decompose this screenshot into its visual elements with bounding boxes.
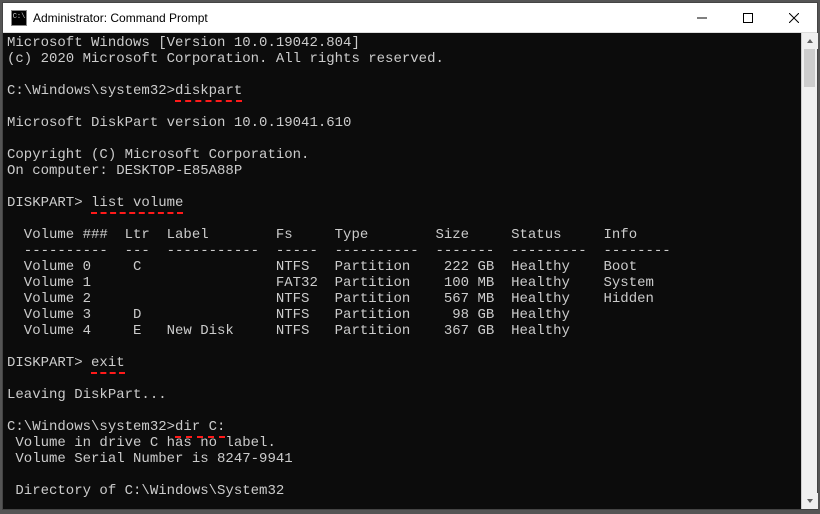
cmd-exit: exit: [91, 355, 125, 374]
table-row: Volume 3 D NTFS Partition 98 GB Healthy: [7, 307, 797, 323]
title-bar[interactable]: Administrator: Command Prompt: [3, 3, 817, 33]
table-row: Volume 4 E New Disk NTFS Partition 367 G…: [7, 323, 797, 339]
maximize-button[interactable]: [725, 3, 771, 33]
line-version: Microsoft Windows [Version 10.0.19042.80…: [7, 35, 797, 51]
command-prompt-window: Administrator: Command Prompt Microsoft …: [2, 2, 818, 510]
line-dir-serial: Volume Serial Number is 8247-9941: [7, 451, 797, 467]
vertical-scrollbar[interactable]: [801, 33, 817, 509]
line-leaving: Leaving DiskPart...: [7, 387, 797, 403]
cmd-diskpart: diskpart: [175, 83, 242, 102]
prompt: C:\Windows\system32>: [7, 83, 175, 99]
table-header-separator: ---------- --- ----------- ----- -------…: [7, 243, 797, 259]
diskpart-prompt: DISKPART>: [7, 195, 91, 211]
close-button[interactable]: [771, 3, 817, 33]
prompt: C:\Windows\system32>: [7, 419, 175, 435]
diskpart-prompt: DISKPART>: [7, 355, 91, 371]
table-row: Volume 2 NTFS Partition 567 MB Healthy H…: [7, 291, 797, 307]
cmd-list-volume: list volume: [91, 195, 183, 214]
line-dir-label: Volume in drive C has no label.: [7, 435, 797, 451]
cmd-icon: [11, 10, 27, 26]
scroll-down-icon[interactable]: [802, 493, 818, 509]
table-row: Volume 1 FAT32 Partition 100 MB Healthy …: [7, 275, 797, 291]
window-title: Administrator: Command Prompt: [33, 11, 208, 25]
line-dir-of: Directory of C:\Windows\System32: [7, 483, 797, 499]
line-dp-copyright: Copyright (C) Microsoft Corporation.: [7, 147, 797, 163]
scrollbar-thumb[interactable]: [804, 49, 815, 87]
line-copyright: (c) 2020 Microsoft Corporation. All righ…: [7, 51, 797, 67]
table-row: Volume 0 C NTFS Partition 222 GB Healthy…: [7, 259, 797, 275]
line-on-computer: On computer: DESKTOP-E85A88P: [7, 163, 797, 179]
line-dp-version: Microsoft DiskPart version 10.0.19041.61…: [7, 115, 797, 131]
minimize-button[interactable]: [679, 3, 725, 33]
scrollbar-track[interactable]: [802, 49, 817, 493]
table-header: Volume ### Ltr Label Fs Type Size Status…: [7, 227, 797, 243]
scroll-up-icon[interactable]: [802, 33, 818, 49]
terminal-output[interactable]: Microsoft Windows [Version 10.0.19042.80…: [3, 33, 801, 509]
